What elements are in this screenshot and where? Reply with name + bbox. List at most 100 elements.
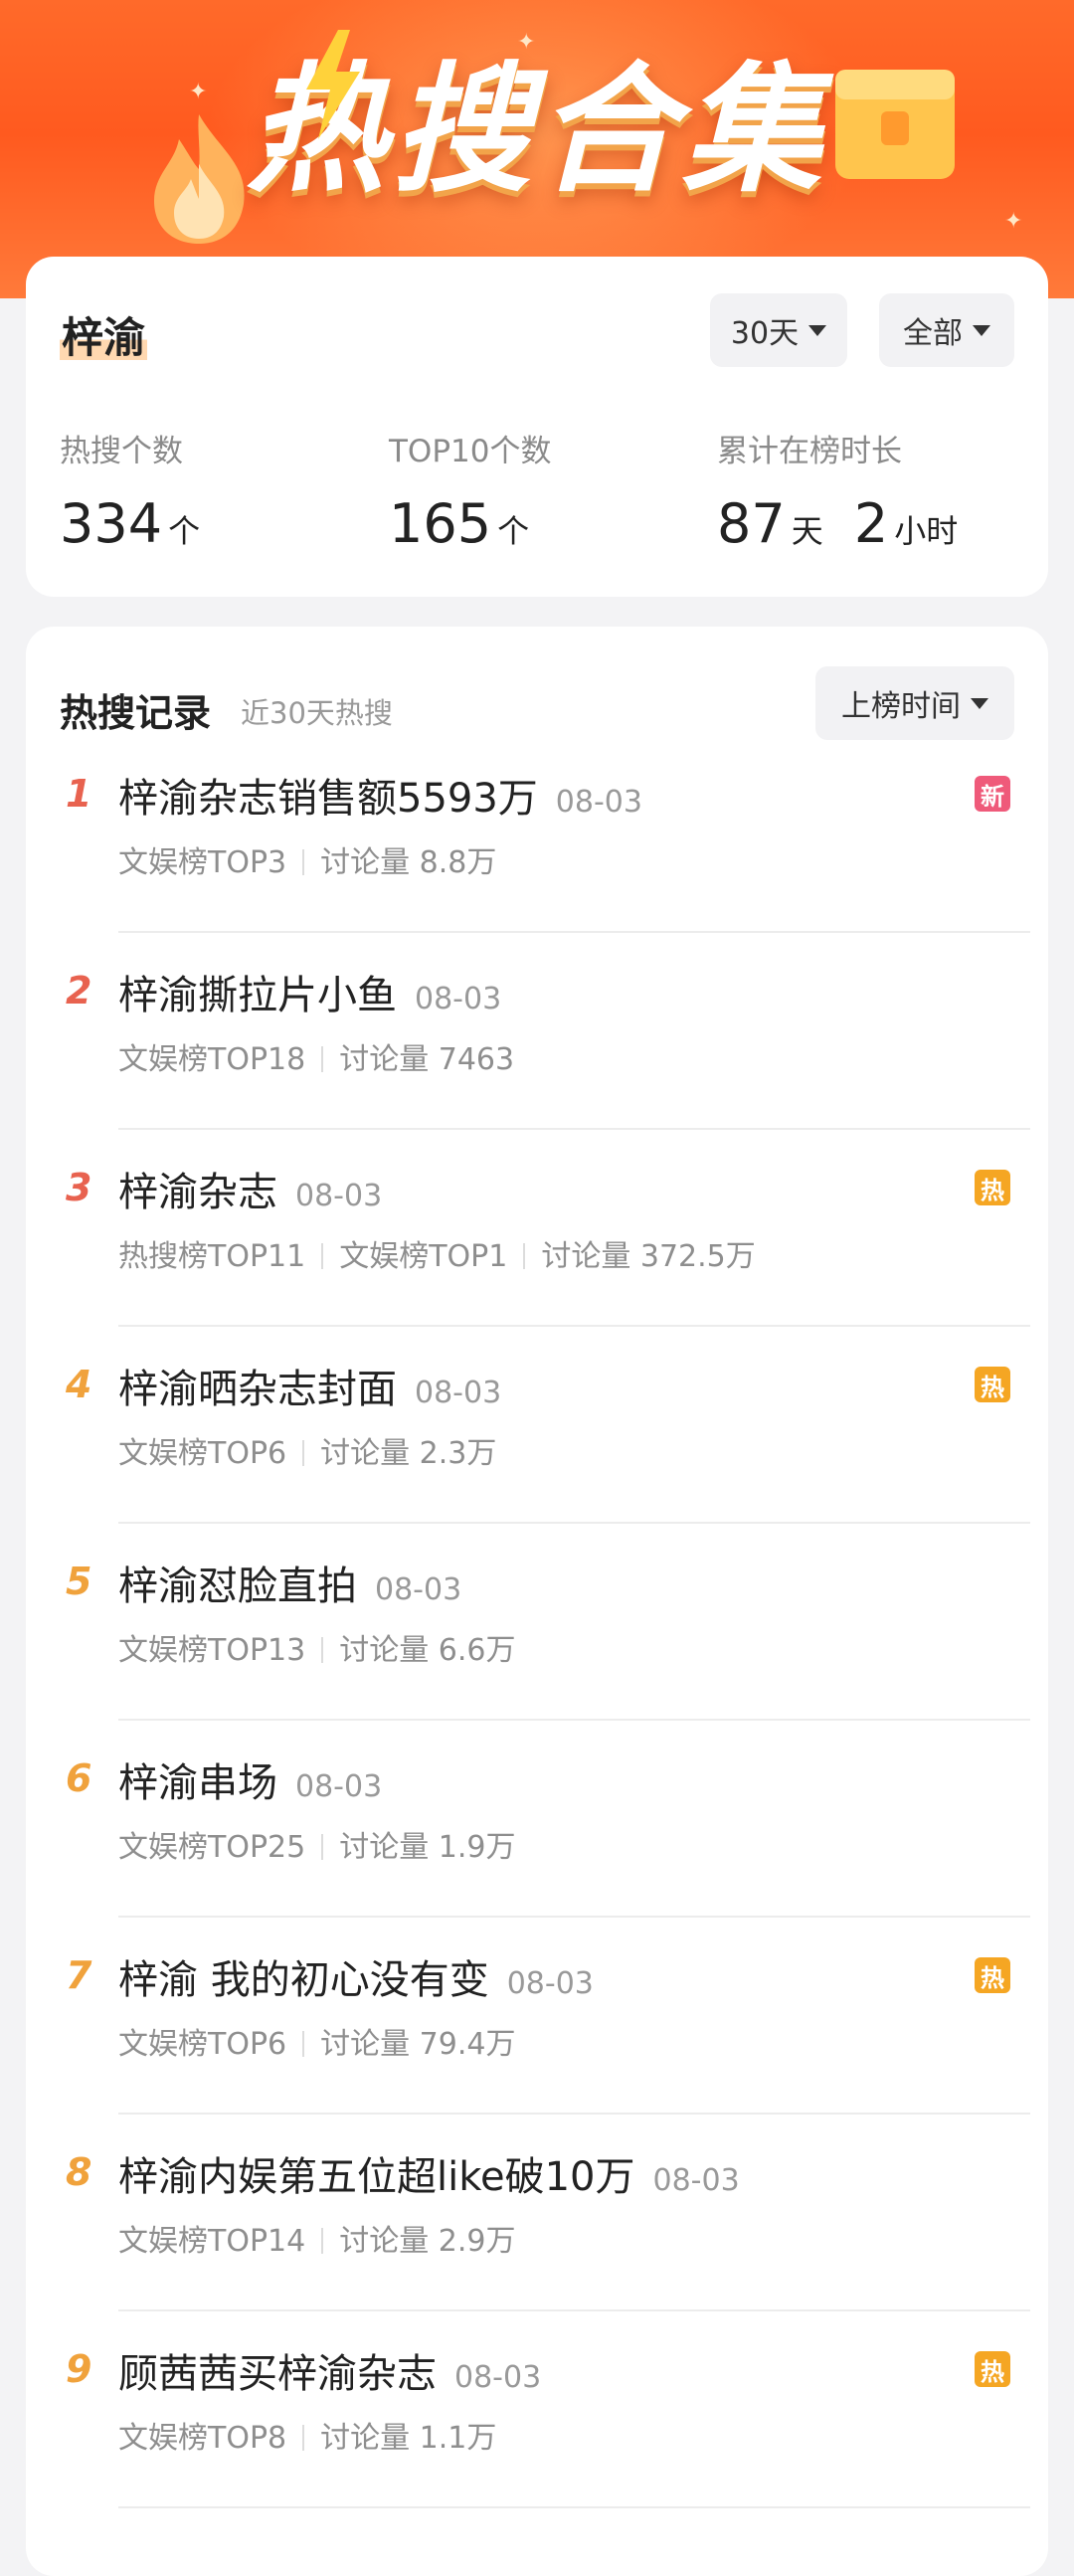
record-title[interactable]: 梓渝串场 08-03: [118, 1750, 382, 1808]
record-title[interactable]: 梓渝杂志 08-03: [118, 1160, 382, 1217]
hot-badge: 热: [975, 1367, 1010, 1402]
caret-down-icon: [973, 324, 990, 336]
meta-separator: [321, 1243, 324, 1269]
record-meta: 文娱榜TOP13 讨论量 6.6万: [118, 1625, 515, 1669]
sort-dropdown[interactable]: 上榜时间: [815, 666, 1014, 740]
record-meta-item: 讨论量 1.1万: [320, 2421, 497, 2456]
record-meta: 文娱榜TOP3 讨论量 8.8万: [118, 837, 496, 881]
record-date: 08-03: [375, 1572, 462, 1607]
record-meta-item: 讨论量 6.6万: [339, 1633, 516, 1668]
record-rank: 2: [66, 969, 92, 1012]
record-row[interactable]: 2 梓渝撕拉片小鱼 08-03 文娱榜TOP18 讨论量 7463: [26, 933, 1048, 1130]
record-meta: 文娱榜TOP6 讨论量 79.4万: [118, 2019, 515, 2063]
record-rank: 1: [66, 772, 92, 816]
record-row[interactable]: 1 梓渝杂志销售额5593万 08-03 文娱榜TOP3 讨论量 8.8万 新: [26, 736, 1048, 933]
record-title-text: 梓渝内娱第五位超like破10万: [118, 2154, 635, 2200]
record-row[interactable]: 3 梓渝杂志 08-03 热搜榜TOP11 文娱榜TOP1 讨论量 372.5万 热: [26, 1130, 1048, 1327]
meta-separator: [321, 1637, 324, 1663]
record-title-text: 梓渝 我的初心没有变: [118, 1957, 489, 2003]
summary-card: 梓渝 30天 全部 热搜个数 334 个 TOP10个数 165 个 累计在榜时长 …: [26, 257, 1048, 597]
record-title[interactable]: 梓渝怼脸直拍 08-03: [118, 1554, 461, 1611]
hot-badge: 热: [975, 1957, 1010, 1993]
caret-down-icon: [808, 324, 827, 336]
record-meta: 文娱榜TOP25 讨论量 1.9万: [118, 1822, 515, 1866]
stat-number: 334: [60, 492, 163, 555]
record-title[interactable]: 梓渝晒杂志封面 08-03: [118, 1357, 501, 1414]
record-meta: 文娱榜TOP18 讨论量 7463: [118, 1034, 514, 1078]
record-meta-item: 文娱榜TOP14: [118, 2224, 306, 2259]
days-filter-label: 30天: [730, 316, 800, 351]
stat-days-unit: 天: [791, 512, 823, 550]
record-rank: 5: [66, 1560, 92, 1603]
record-row[interactable]: 8 梓渝内娱第五位超like破10万 08-03 文娱榜TOP14 讨论量 2.9万: [26, 2115, 1048, 2311]
stat-total-duration: 累计在榜时长 87 天 2 小时: [717, 426, 958, 555]
record-title-text: 梓渝串场: [118, 1760, 277, 1806]
stat-unit: 个: [168, 512, 201, 550]
folder-icon: [835, 70, 955, 179]
stat-hours-number: 2: [853, 492, 889, 555]
hot-badge: 热: [975, 2351, 1010, 2387]
record-rank: 4: [66, 1363, 92, 1406]
record-meta: 文娱榜TOP14 讨论量 2.9万: [118, 2216, 515, 2260]
meta-separator: [523, 1243, 526, 1269]
records-title: 热搜记录: [60, 691, 212, 735]
record-date: 08-03: [555, 785, 642, 820]
meta-separator: [321, 1046, 324, 1072]
record-date: 08-03: [295, 1179, 383, 1213]
row-divider: [118, 2506, 1030, 2508]
record-date: 08-03: [506, 1966, 594, 2001]
record-date: 08-03: [415, 1376, 502, 1410]
sparkle-icon: ✦: [517, 30, 536, 55]
record-meta-item: 文娱榜TOP13: [118, 1633, 306, 1668]
scope-filter-dropdown[interactable]: 全部: [879, 293, 1014, 367]
record-rank: 8: [66, 2150, 92, 2194]
record-title[interactable]: 顾茜茜买梓渝杂志 08-03: [118, 2341, 541, 2399]
record-title-text: 梓渝杂志销售额5593万: [118, 776, 538, 822]
days-filter-dropdown[interactable]: 30天: [710, 293, 847, 367]
record-row[interactable]: 7 梓渝 我的初心没有变 08-03 文娱榜TOP6 讨论量 79.4万 热: [26, 1918, 1048, 2115]
hot-search-banner: 热搜合集 ✦ ✦ ✦: [0, 0, 1074, 298]
record-meta-item: 文娱榜TOP1: [339, 1239, 508, 1274]
record-meta-item: 讨论量 2.3万: [320, 1436, 497, 1471]
record-meta-item: 讨论量 2.9万: [339, 2224, 516, 2259]
record-meta-item: 文娱榜TOP6: [118, 2027, 287, 2062]
stat-value: 87 天 2 小时: [717, 492, 958, 555]
stat-days-number: 87: [717, 492, 786, 555]
stat-unit: 个: [497, 512, 530, 550]
record-meta-item: 文娱榜TOP3: [118, 845, 287, 880]
record-title[interactable]: 梓渝撕拉片小鱼 08-03: [118, 963, 501, 1020]
lightning-icon: [306, 30, 360, 139]
record-title[interactable]: 梓渝内娱第五位超like破10万 08-03: [118, 2144, 740, 2202]
record-date: 08-03: [652, 2163, 740, 2198]
meta-separator: [321, 2228, 324, 2254]
record-date: 08-03: [295, 1769, 383, 1804]
records-subtitle: 近30天热搜: [241, 696, 393, 730]
record-title-text: 梓渝杂志: [118, 1170, 277, 1215]
record-meta-item: 文娱榜TOP18: [118, 1042, 306, 1077]
record-meta: 热搜榜TOP11 文娱榜TOP1 讨论量 372.5万: [118, 1231, 756, 1275]
record-row[interactable]: 5 梓渝怼脸直拍 08-03 文娱榜TOP13 讨论量 6.6万: [26, 1524, 1048, 1721]
record-meta-item: 讨论量 8.8万: [320, 845, 497, 880]
sparkle-icon: ✦: [189, 80, 208, 104]
scope-filter-label: 全部: [903, 316, 963, 351]
record-date: 08-03: [415, 982, 502, 1016]
record-title-text: 梓渝晒杂志封面: [118, 1367, 397, 1412]
stat-value: 165 个: [389, 492, 551, 555]
stat-label: 累计在榜时长: [717, 434, 902, 469]
record-row[interactable]: 4 梓渝晒杂志封面 08-03 文娱榜TOP6 讨论量 2.3万 热: [26, 1327, 1048, 1524]
meta-separator: [302, 2425, 305, 2451]
record-meta: 文娱榜TOP8 讨论量 1.1万: [118, 2413, 496, 2457]
record-meta-item: 讨论量 79.4万: [320, 2027, 516, 2062]
record-row[interactable]: 6 梓渝串场 08-03 文娱榜TOP25 讨论量 1.9万: [26, 1721, 1048, 1918]
record-rank: 6: [66, 1756, 92, 1800]
record-rank: 7: [66, 1953, 92, 1997]
record-meta-item: 文娱榜TOP25: [118, 1830, 306, 1865]
meta-separator: [302, 1440, 305, 1466]
record-title[interactable]: 梓渝 我的初心没有变 08-03: [118, 1947, 594, 2005]
record-title[interactable]: 梓渝杂志销售额5593万 08-03: [118, 766, 642, 824]
record-row[interactable]: 9 顾茜茜买梓渝杂志 08-03 文娱榜TOP8 讨论量 1.1万 热: [26, 2311, 1048, 2508]
record-meta-item: 文娱榜TOP8: [118, 2421, 287, 2456]
meta-separator: [321, 1834, 324, 1860]
record-meta-item: 热搜榜TOP11: [118, 1239, 306, 1274]
record-title-text: 顾茜茜买梓渝杂志: [118, 2351, 437, 2397]
